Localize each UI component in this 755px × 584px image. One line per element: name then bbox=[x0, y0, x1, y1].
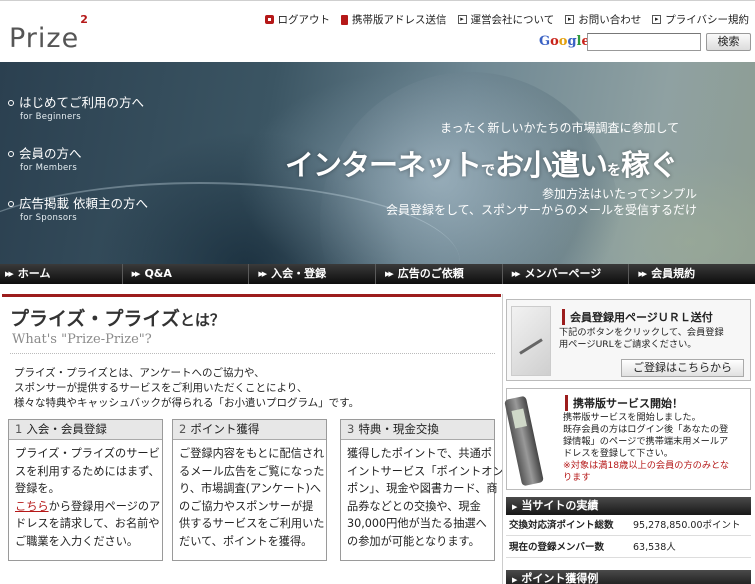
step-card-1: 1 入会・会員登録 プライズ・プライズのサービ スを利用するためにはまず、 登録を… bbox=[8, 419, 163, 561]
top-navigation: ログアウト 携帯版アドレス送信 ▸ 運営会社について ▸ お問い合わせ ▸ プライバシ… bbox=[264, 12, 749, 27]
main-content: プライズ・プライズとは？ What's "Prize-Prize"? プライズ・… bbox=[2, 294, 515, 584]
card-title: 会員登録用ページＵＲＬ送付 bbox=[562, 309, 713, 325]
topnav-label: 携帯版アドレス送信 bbox=[352, 14, 447, 26]
nav-register[interactable]: ▶▶ 入会・登録 bbox=[248, 264, 375, 284]
topnav-label: ログアウト bbox=[277, 14, 331, 26]
bullet-icon bbox=[8, 200, 14, 207]
hero-menu-label: はじめてご利用の方へ bbox=[19, 95, 145, 110]
main-navbar: ▶▶ ホーム ▶▶ Q&A ▶▶ 入会・登録 ▶▶ 広告のご依頼 ▶▶ メンバーページ ▶… bbox=[0, 264, 755, 284]
step-body: 獲得したポイントで、共通ポ イントサービス「ポイントオン・ ポン」、現金や図書カ… bbox=[347, 447, 515, 548]
card-body: 下記のボタンをクリックして、会員登録 用ページURLをご請求ください。 bbox=[559, 327, 724, 350]
hero-menu-label: 会員の方へ bbox=[19, 146, 82, 161]
hero-banner: はじめてご利用の方へ for Beginners 会員の方へ for Membe… bbox=[0, 62, 755, 264]
mobile-service-card: 携帯版サービス開始！ 携帯版サービスを開始しました。 既存会員の方はログイン後「… bbox=[504, 388, 751, 490]
step-body: ご登録内容をもとに配信され るメール広告をご覧になった り、市場調査(アンケート… bbox=[179, 447, 325, 548]
register-card: 会員登録用ページＵＲＬ送付 下記のボタンをクリックして、会員登録 用ページURL… bbox=[506, 299, 751, 381]
arrow-icon: ▶ bbox=[512, 503, 518, 511]
arrow-icon: ▶ bbox=[512, 576, 518, 584]
topnav-logout[interactable]: ログアウト bbox=[264, 12, 331, 27]
card-note: ※対象は満18歳以上の会員の方のみとな ります bbox=[563, 460, 730, 483]
hero-menu-sponsors[interactable]: 広告掲載 依頼主の方へ for Sponsors bbox=[8, 196, 148, 223]
topnav-contact[interactable]: ▸ お問い合わせ bbox=[565, 12, 641, 27]
topnav-label: お問い合わせ bbox=[578, 14, 642, 26]
hero-menu-members[interactable]: 会員の方へ for Members bbox=[8, 146, 82, 173]
nav-member-page[interactable]: ▶▶ メンバーページ bbox=[501, 264, 629, 284]
hero-catchphrase: インターネットでお小遣いを稼ぐ bbox=[285, 148, 678, 182]
search-input[interactable] bbox=[587, 33, 701, 51]
double-arrow-icon: ▶▶ bbox=[5, 270, 14, 278]
stats-value: 95,278,850.00ポイント bbox=[633, 520, 741, 531]
google-logo: Google bbox=[539, 34, 590, 49]
double-arrow-icon: ▶▶ bbox=[385, 270, 394, 278]
arrow-box-icon: ▸ bbox=[652, 15, 662, 24]
bullet-icon bbox=[8, 150, 14, 157]
arrow-box-icon: ▸ bbox=[457, 15, 467, 24]
examples-heading[interactable]: ▶ ポイント獲得例 bbox=[506, 570, 751, 584]
site-header: Prize2 ログアウト 携帯版アドレス送信 ▸ 運営会社について ▸ お問い合わせ… bbox=[0, 0, 755, 62]
logout-icon bbox=[264, 15, 274, 24]
topnav-privacy[interactable]: ▸ プライバシー規約 bbox=[652, 12, 749, 27]
nav-home[interactable]: ▶▶ ホーム bbox=[0, 264, 122, 284]
step-heading: 3 特典・現金交換 bbox=[341, 420, 494, 440]
register-button[interactable]: ご登録はこちらから bbox=[621, 359, 744, 377]
step-heading: 2 ポイント獲得 bbox=[173, 420, 326, 440]
hero-subtext: 会員登録をして、スポンサーからのメールを受信するだけ bbox=[385, 203, 697, 217]
nav-ad-request[interactable]: ▶▶ 広告のご依頼 bbox=[375, 264, 502, 284]
step-body: プライズ・プライズのサービ スを利用するためにはまず、 登録を。 こちらから登録… bbox=[15, 447, 161, 548]
topnav-company[interactable]: ▸ 運営会社について bbox=[457, 12, 555, 27]
paper-pen-image bbox=[511, 306, 551, 376]
step-heading: 1 入会・会員登録 bbox=[9, 420, 162, 440]
page-title: プライズ・プライズとは？ bbox=[10, 308, 225, 330]
divider bbox=[10, 353, 495, 354]
hero-menu-sub: for Members bbox=[20, 163, 78, 173]
column-divider bbox=[502, 294, 503, 584]
card-body: 携帯版サービスを開始しました。 既存会員の方はログイン後「あなたの登 録情報」の… bbox=[563, 412, 729, 459]
hero-subtext: 参加方法はいたってシンプル bbox=[541, 187, 697, 201]
intro-text: プライズ・プライズとは、アンケートへのご協力や、 スポンサーが提供するサービスを… bbox=[14, 367, 360, 409]
stats-row: 交換対応済ポイント総数 95,278,850.00ポイント bbox=[506, 516, 751, 536]
hero-lead-text: まったく新しいかたちの市場調査に参加して bbox=[440, 121, 680, 135]
search-button[interactable]: 検索 bbox=[706, 33, 751, 51]
register-link[interactable]: こちら bbox=[15, 500, 49, 513]
double-arrow-icon: ▶▶ bbox=[131, 270, 141, 278]
page-subtitle: What's "Prize-Prize"? bbox=[12, 332, 152, 347]
stats-value: 63,538人 bbox=[633, 542, 676, 553]
hero-menu-sub: for Sponsors bbox=[20, 213, 77, 223]
bullet-icon bbox=[8, 99, 14, 106]
double-arrow-icon: ▶▶ bbox=[258, 270, 267, 278]
hero-menu-sub: for Beginners bbox=[20, 112, 82, 122]
stats-row: 現在の登録メンバー数 63,538人 bbox=[506, 538, 751, 558]
stats-label: 交換対応済ポイント総数 bbox=[509, 520, 614, 531]
mobile-phone-icon bbox=[341, 14, 349, 25]
double-arrow-icon: ▶▶ bbox=[511, 270, 521, 278]
stats-heading: ▶ 当サイトの実績 bbox=[506, 497, 751, 515]
double-arrow-icon: ▶▶ bbox=[638, 270, 647, 278]
page: Prize2 ログアウト 携帯版アドレス送信 ▸ 運営会社について ▸ お問い合わせ… bbox=[0, 0, 755, 584]
step-card-2: 2 ポイント獲得 ご登録内容をもとに配信され るメール広告をご覧になった り、市場… bbox=[172, 419, 327, 561]
nav-terms[interactable]: ▶▶ 会員規約 bbox=[628, 264, 755, 284]
hero-menu-beginners[interactable]: はじめてご利用の方へ for Beginners bbox=[8, 95, 144, 122]
card-title: 携帯版サービス開始！ bbox=[565, 395, 683, 411]
sidebar: 会員登録用ページＵＲＬ送付 下記のボタンをクリックして、会員登録 用ページURL… bbox=[504, 294, 755, 584]
site-logo[interactable]: Prize2 bbox=[9, 13, 88, 54]
topnav-label: 運営会社について bbox=[470, 14, 555, 26]
topnav-label: プライバシー規約 bbox=[665, 14, 749, 26]
stats-label: 現在の登録メンバー数 bbox=[509, 542, 605, 553]
topnav-mobile-address[interactable]: 携帯版アドレス送信 bbox=[341, 12, 447, 27]
hero-menu-label: 広告掲載 依頼主の方へ bbox=[19, 196, 148, 211]
mobile-phone-image bbox=[504, 395, 544, 487]
step-card-3: 3 特典・現金交換 獲得したポイントで、共通ポ イントサービス「ポイントオン・ ポ… bbox=[340, 419, 515, 561]
nav-qa[interactable]: ▶▶ Q&A bbox=[121, 264, 249, 284]
arrow-box-icon: ▸ bbox=[565, 15, 575, 24]
